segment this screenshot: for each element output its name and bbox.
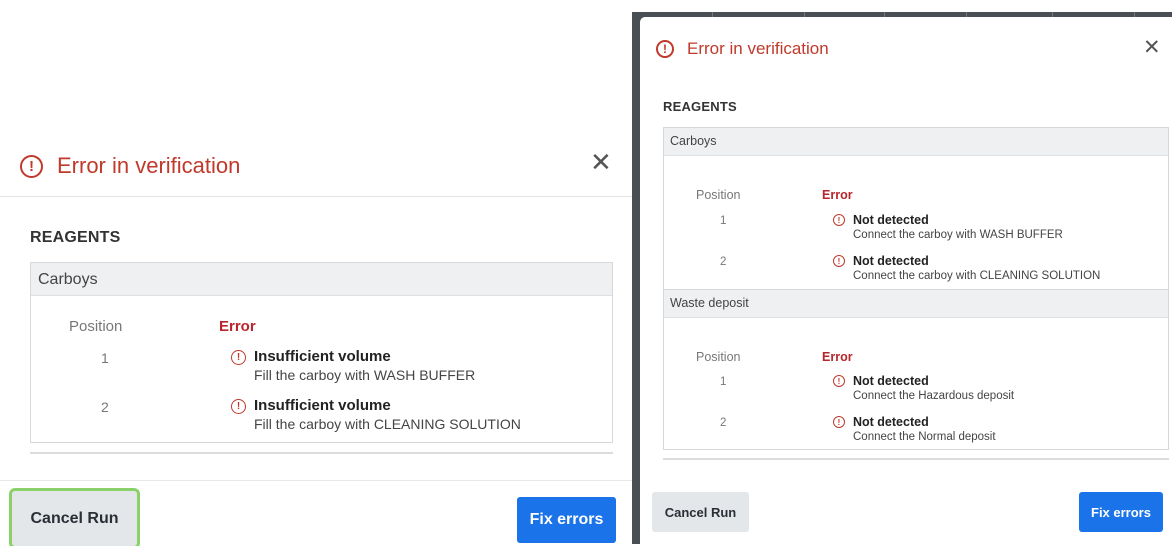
error-circle-icon: ! — [656, 40, 674, 58]
error-title: Insufficient volume — [254, 348, 391, 365]
error-circle-icon: ! — [833, 214, 845, 226]
error-circle-icon: ! — [231, 350, 246, 365]
cancel-run-button[interactable]: Cancel Run — [9, 488, 140, 546]
dialog-title: Error in verification — [687, 39, 829, 58]
verification-dialog-right: ! Error in verification ✕ REAGENTS Carbo… — [640, 17, 1172, 544]
dialog-title: Error in verification — [57, 153, 241, 178]
scroll-divider — [30, 452, 613, 454]
verification-dialog-left: ! Error in verification ✕ REAGENTS Carbo… — [0, 0, 632, 546]
error-title: Not detected — [853, 415, 929, 429]
group-header: Carboys — [664, 128, 1168, 156]
footer-divider — [0, 480, 632, 481]
fix-errors-button[interactable]: Fix errors — [1079, 492, 1163, 532]
fix-errors-button[interactable]: Fix errors — [517, 497, 616, 543]
error-circle-icon: ! — [20, 154, 43, 178]
error-circle-icon: ! — [833, 255, 845, 267]
error-detail: Connect the carboy with WASH BUFFER — [853, 229, 1063, 241]
row-position: 1 — [720, 215, 727, 227]
section-title-reagents: REAGENTS — [663, 99, 737, 114]
error-column-header: Error — [219, 318, 256, 335]
error-title: Not detected — [853, 374, 929, 388]
position-column-header: Position — [696, 188, 741, 202]
dialog-header: ! Error in verification — [640, 35, 1172, 63]
close-icon[interactable]: ✕ — [590, 149, 612, 175]
error-circle-icon: ! — [833, 416, 845, 428]
row-position: 1 — [101, 350, 109, 366]
dialog-header: ! Error in verification — [0, 147, 632, 185]
error-entry: ! Not detected Connect the carboy with C… — [833, 254, 1100, 282]
error-circle-icon: ! — [833, 375, 845, 387]
position-column-header: Position — [696, 350, 741, 364]
error-title: Not detected — [853, 213, 929, 227]
scroll-divider — [663, 458, 1169, 460]
error-entry: ! Not detected Connect the Normal deposi… — [833, 415, 996, 443]
position-column-header: Position — [69, 318, 123, 335]
error-column-header: Error — [822, 188, 853, 202]
error-entry: ! Not detected Connect the Hazardous dep… — [833, 374, 1014, 402]
error-detail: Connect the Normal deposit — [853, 431, 996, 443]
error-title: Not detected — [853, 254, 929, 268]
error-detail: Connect the carboy with CLEANING SOLUTIO… — [853, 270, 1101, 282]
group-waste-deposit: Waste deposit Position Error 1 ! Not det… — [663, 289, 1169, 450]
error-title: Insufficient volume — [254, 397, 391, 414]
error-detail: Fill the carboy with WASH BUFFER — [254, 367, 476, 383]
row-position: 2 — [101, 399, 109, 415]
error-entry: ! Insufficient volume Fill the carboy wi… — [231, 397, 521, 432]
section-title-reagents: REAGENTS — [30, 229, 121, 246]
group-carboys: Carboys Position Error 1 ! Insufficient … — [30, 262, 613, 443]
error-detail: Connect the Hazardous deposit — [853, 390, 1015, 402]
close-icon[interactable]: ✕ — [1143, 37, 1161, 58]
cancel-run-button[interactable]: Cancel Run — [652, 492, 749, 532]
group-carboys: Carboys Position Error 1 ! Not detected … — [663, 127, 1169, 297]
row-position: 1 — [720, 376, 727, 388]
group-header: Carboys — [31, 263, 612, 296]
error-circle-icon: ! — [231, 399, 246, 414]
error-detail: Fill the carboy with CLEANING SOLUTION — [254, 416, 521, 432]
row-position: 2 — [720, 256, 727, 268]
group-header: Waste deposit — [664, 290, 1168, 318]
row-position: 2 — [720, 417, 727, 429]
header-divider — [0, 196, 632, 197]
error-column-header: Error — [822, 350, 853, 364]
error-entry: ! Insufficient volume Fill the carboy wi… — [231, 348, 475, 383]
error-entry: ! Not detected Connect the carboy with W… — [833, 213, 1063, 241]
